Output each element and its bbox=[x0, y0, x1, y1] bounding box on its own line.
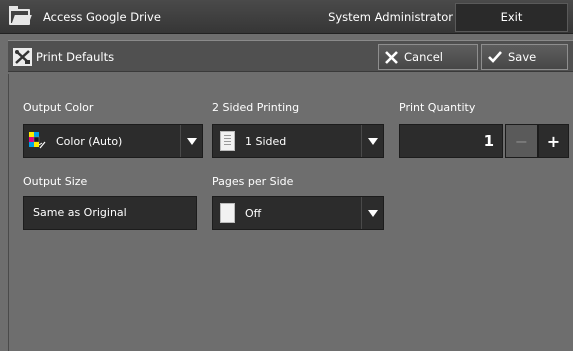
pages-per-side-value: Off bbox=[245, 206, 262, 220]
page-title: Print Defaults bbox=[36, 50, 115, 64]
chevron-down-icon bbox=[186, 137, 197, 145]
app-title-group: Access Google Drive bbox=[9, 5, 161, 28]
pages-per-side-label: Pages per Side bbox=[212, 175, 294, 188]
user-name: System Administrator bbox=[328, 10, 453, 24]
chevron-down-icon bbox=[367, 209, 378, 217]
close-icon bbox=[385, 50, 398, 64]
cancel-button[interactable]: Cancel bbox=[378, 44, 478, 70]
two-sided-arrow bbox=[361, 125, 383, 157]
output-color-value: Color (Auto) bbox=[56, 134, 123, 148]
pages-per-side-arrow bbox=[361, 197, 383, 229]
top-bar: Access Google Drive System Administrator… bbox=[0, 0, 573, 34]
output-size-label: Output Size bbox=[23, 175, 88, 188]
output-color-dropdown[interactable]: Color (Auto) bbox=[23, 124, 203, 158]
pages-per-side-dropdown[interactable]: Off bbox=[212, 196, 384, 230]
output-color-arrow bbox=[180, 125, 202, 157]
two-sided-value: 1 Sided bbox=[245, 134, 287, 148]
settings-panel: Output Color Color (Auto) 2 Sided Printi… bbox=[8, 74, 573, 351]
cancel-label: Cancel bbox=[404, 50, 443, 64]
print-quantity-input[interactable]: 1 bbox=[399, 124, 503, 158]
color-icon bbox=[29, 132, 46, 149]
page-icon bbox=[220, 131, 235, 151]
blank-page-icon bbox=[220, 203, 235, 223]
print-defaults-icon bbox=[13, 48, 32, 66]
print-quantity-label: Print Quantity bbox=[399, 101, 476, 114]
exit-button[interactable]: Exit bbox=[455, 3, 568, 32]
save-label: Save bbox=[508, 50, 537, 64]
output-color-label: Output Color bbox=[23, 101, 94, 114]
chevron-down-icon bbox=[367, 137, 378, 145]
decrement-button[interactable]: − bbox=[505, 124, 538, 158]
output-size-field[interactable]: Same as Original bbox=[23, 196, 197, 230]
save-button[interactable]: Save bbox=[481, 44, 568, 70]
app-title: Access Google Drive bbox=[43, 10, 161, 24]
print-defaults-header: Print Defaults Cancel Save bbox=[8, 40, 573, 72]
two-sided-dropdown[interactable]: 1 Sided bbox=[212, 124, 384, 158]
folder-icon bbox=[9, 5, 32, 26]
checkmark-icon bbox=[488, 51, 502, 63]
increment-button[interactable]: + bbox=[538, 124, 569, 158]
two-sided-label: 2 Sided Printing bbox=[212, 101, 300, 114]
